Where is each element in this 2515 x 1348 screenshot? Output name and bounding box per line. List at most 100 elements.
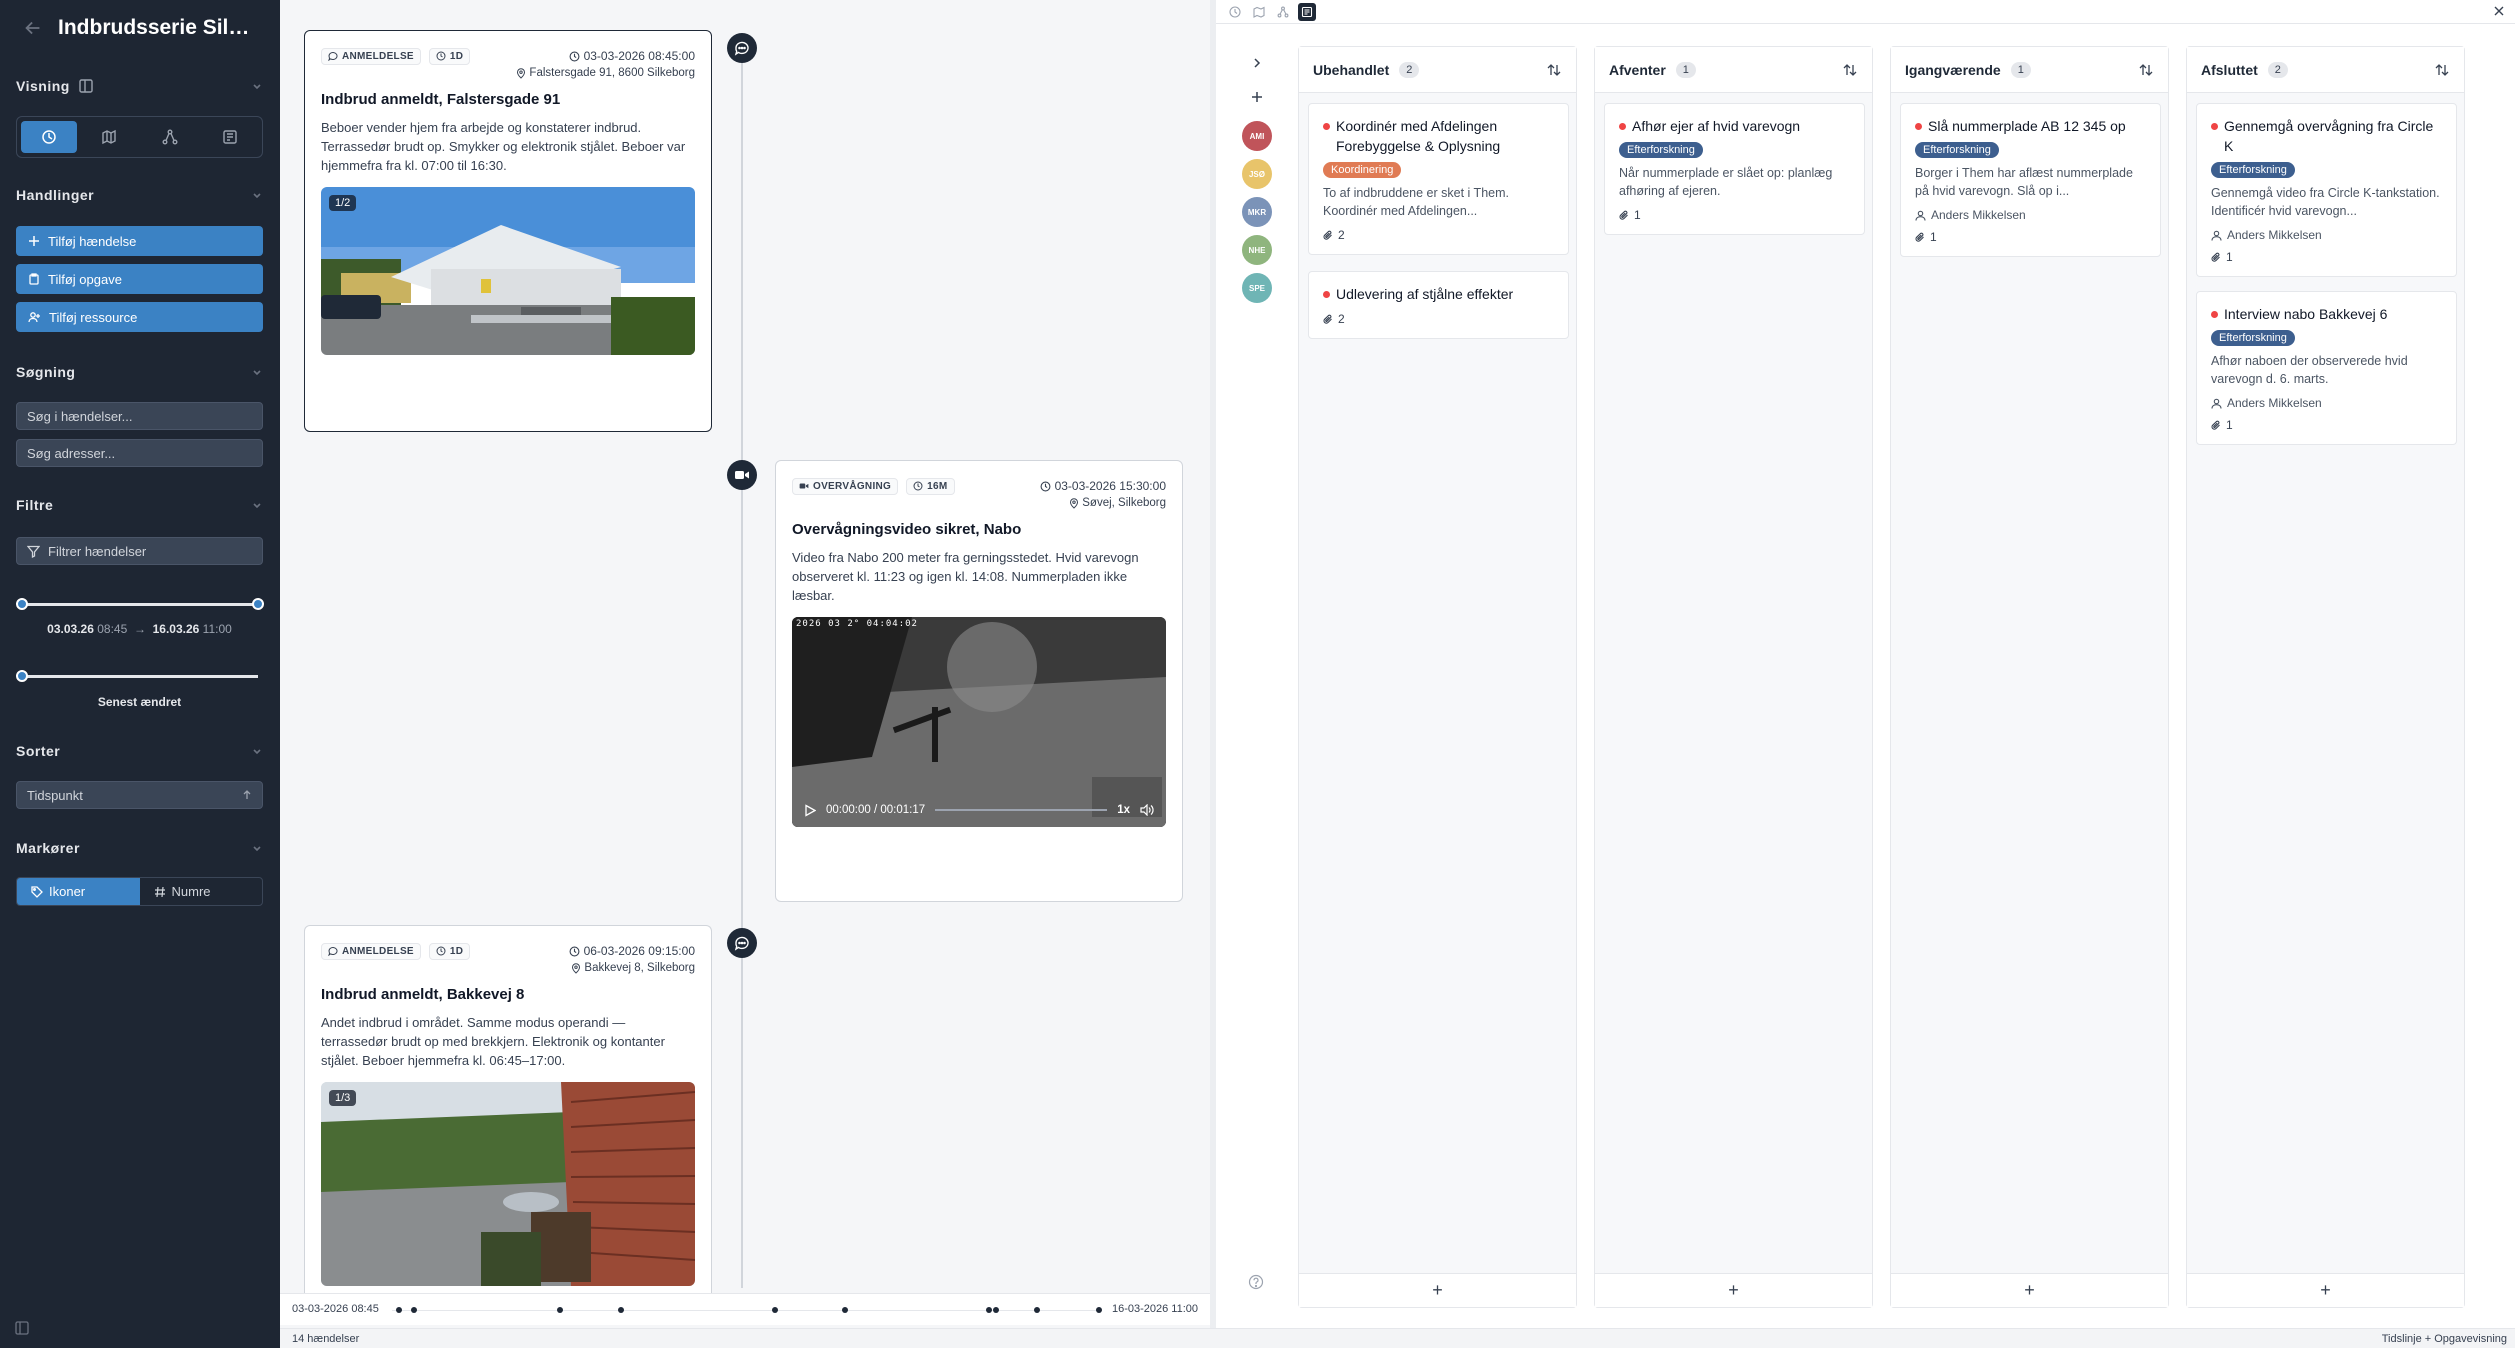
task-card[interactable]: Gennemgå overvågning fra Circle K Efterf… bbox=[2196, 103, 2457, 277]
sort-icon[interactable] bbox=[1842, 62, 1858, 78]
axis-event-dot[interactable] bbox=[557, 1307, 563, 1313]
avatar[interactable]: AMI bbox=[1242, 121, 1272, 151]
event-node-report[interactable] bbox=[727, 928, 757, 958]
avatar-initials: AMI bbox=[1249, 131, 1265, 141]
event-node-report[interactable] bbox=[727, 33, 757, 63]
map-icon[interactable] bbox=[1250, 3, 1268, 21]
add-task-button[interactable]: + bbox=[1595, 1273, 1872, 1307]
range-start-handle[interactable] bbox=[16, 598, 28, 610]
marker-numbers-option[interactable]: Numre bbox=[140, 878, 263, 905]
task-card[interactable]: Slå nummerplade AB 12 345 op Efterforskn… bbox=[1900, 103, 2161, 257]
section-filtre[interactable]: Filtre bbox=[16, 497, 263, 513]
task-card[interactable]: Udlevering af stjålne effekter 2 bbox=[1308, 271, 1569, 339]
surveillance-video-player[interactable]: 2026 03 2° 04:04:02 00:00:00 / 00:01:17 … bbox=[792, 617, 1166, 827]
chevron-down-icon[interactable] bbox=[251, 366, 263, 378]
add-task-button[interactable]: Tilføj opgave bbox=[16, 264, 263, 294]
task-tag: Koordinering bbox=[1323, 162, 1402, 178]
section-markorer[interactable]: Markører bbox=[16, 840, 263, 856]
play-icon[interactable] bbox=[804, 803, 816, 817]
start-date: 03.03.26 bbox=[47, 622, 94, 636]
map-view-button[interactable] bbox=[81, 121, 137, 153]
section-label: Søgning bbox=[16, 364, 76, 380]
task-title: Afhør ejer af hvid varevogn bbox=[1619, 116, 1850, 136]
chevron-down-icon[interactable] bbox=[251, 499, 263, 511]
add-task-button[interactable]: + bbox=[1299, 1273, 1576, 1307]
axis-event-dot[interactable] bbox=[618, 1307, 624, 1313]
kanban-icon[interactable] bbox=[1298, 2, 1316, 21]
section-visning[interactable]: Visning bbox=[16, 78, 263, 94]
section-sorter[interactable]: Sorter bbox=[16, 743, 263, 759]
axis-event-dot[interactable] bbox=[842, 1307, 848, 1313]
chevron-down-icon[interactable] bbox=[251, 842, 263, 854]
section-handlinger[interactable]: Handlinger bbox=[16, 187, 263, 203]
task-assignee: Anders Mikkelsen bbox=[2211, 228, 2442, 242]
avatar[interactable]: JSØ bbox=[1242, 159, 1272, 189]
axis-event-dot[interactable] bbox=[993, 1307, 999, 1313]
attachment-count-value: 2 bbox=[1338, 312, 1345, 326]
event-card[interactable]: OVERVÅGNING 16M 03-03-2026 15:30:00 Søve… bbox=[775, 460, 1183, 902]
sort-select[interactable]: Tidspunkt bbox=[16, 781, 263, 809]
axis-event-dot[interactable] bbox=[986, 1307, 992, 1313]
clock-icon[interactable] bbox=[1226, 3, 1244, 21]
add-event-button[interactable]: Tilføj hændelse bbox=[16, 226, 263, 256]
playback-speed[interactable]: 1x bbox=[1117, 804, 1130, 816]
add-task-button[interactable]: + bbox=[2187, 1273, 2464, 1307]
add-assignee-icon[interactable] bbox=[1250, 90, 1264, 104]
axis-event-dot[interactable] bbox=[772, 1307, 778, 1313]
add-task-label: Tilføj opgave bbox=[48, 271, 122, 287]
close-icon[interactable] bbox=[2491, 3, 2507, 19]
task-card[interactable]: Afhør ejer af hvid varevogn Efterforskni… bbox=[1604, 103, 1865, 235]
event-card[interactable]: ANMELDELSE 1D 03-03-2026 08:45:00 Falste… bbox=[304, 30, 712, 432]
marker-icons-option[interactable]: Ikoner bbox=[17, 878, 140, 905]
timeline-view-button[interactable] bbox=[21, 121, 78, 153]
chevron-right-icon[interactable] bbox=[1250, 56, 1264, 70]
sort-icon[interactable] bbox=[1546, 62, 1562, 78]
recency-slider[interactable] bbox=[16, 670, 258, 682]
back-arrow-icon[interactable] bbox=[22, 17, 44, 39]
date-range-slider[interactable] bbox=[16, 598, 264, 610]
event-photo[interactable]: 1/2 bbox=[321, 187, 695, 355]
avatar[interactable]: SPE bbox=[1242, 273, 1272, 303]
axis-event-dot[interactable] bbox=[1034, 1307, 1040, 1313]
sort-icon[interactable] bbox=[2434, 62, 2450, 78]
kanban-view-button[interactable] bbox=[202, 121, 258, 153]
range-end-handle[interactable] bbox=[252, 598, 264, 610]
add-resource-button[interactable]: Tilføj ressource bbox=[16, 302, 263, 332]
video-progress-bar[interactable] bbox=[935, 809, 1108, 811]
panel-icon[interactable] bbox=[78, 78, 94, 94]
event-card[interactable]: ANMELDELSE 1D 06-03-2026 09:15:00 Bakkev… bbox=[304, 925, 712, 1305]
address-search-input[interactable]: Søg adresser... bbox=[16, 439, 263, 467]
collapse-sidebar-icon[interactable] bbox=[14, 1320, 30, 1336]
avatar[interactable]: MKR bbox=[1242, 197, 1272, 227]
chevron-down-icon[interactable] bbox=[251, 189, 263, 201]
event-type-tag: ANMELDELSE bbox=[321, 47, 421, 65]
task-card[interactable]: Koordinér med Afdelingen Forebyggelse & … bbox=[1308, 103, 1569, 255]
event-search-input[interactable]: Søg i hændelser... bbox=[16, 402, 263, 430]
event-photo[interactable]: 1/3 bbox=[321, 1082, 695, 1286]
add-task-button[interactable]: + bbox=[1891, 1273, 2168, 1307]
recency-handle[interactable] bbox=[16, 670, 28, 682]
event-description: Andet indbrud i området. Samme modus ope… bbox=[321, 1015, 665, 1068]
network-view-button[interactable] bbox=[142, 121, 198, 153]
help-icon[interactable] bbox=[1248, 1274, 1264, 1290]
section-sogning[interactable]: Søgning bbox=[16, 364, 263, 380]
attachment-count-value: 1 bbox=[1634, 208, 1641, 222]
chevron-down-icon[interactable] bbox=[251, 80, 263, 92]
axis-event-dot[interactable] bbox=[396, 1307, 402, 1313]
volume-icon[interactable] bbox=[1140, 804, 1154, 816]
column-name: Igangværende bbox=[1905, 61, 2001, 78]
axis-event-dot[interactable] bbox=[411, 1307, 417, 1313]
avatar-initials: JSØ bbox=[1248, 169, 1265, 179]
timeline-overview-axis[interactable]: 03-03-2026 08:45 16-03-2026 11:00 bbox=[280, 1293, 1210, 1325]
axis-event-dot[interactable] bbox=[1096, 1307, 1102, 1313]
task-card[interactable]: Interview nabo Bakkevej 6 Efterforskning… bbox=[2196, 291, 2457, 445]
avatar[interactable]: NHE bbox=[1242, 235, 1272, 265]
filter-events-button[interactable]: Filtrer hændelser bbox=[16, 537, 263, 565]
event-node-surveillance[interactable] bbox=[727, 460, 757, 490]
event-description: Beboer vender hjem fra arbejde og konsta… bbox=[321, 120, 686, 173]
chevron-down-icon[interactable] bbox=[251, 745, 263, 757]
network-icon[interactable] bbox=[1274, 3, 1292, 21]
arrow-up-icon[interactable] bbox=[242, 790, 252, 800]
attachment-count: 1 bbox=[2211, 250, 2442, 264]
sort-icon[interactable] bbox=[2138, 62, 2154, 78]
